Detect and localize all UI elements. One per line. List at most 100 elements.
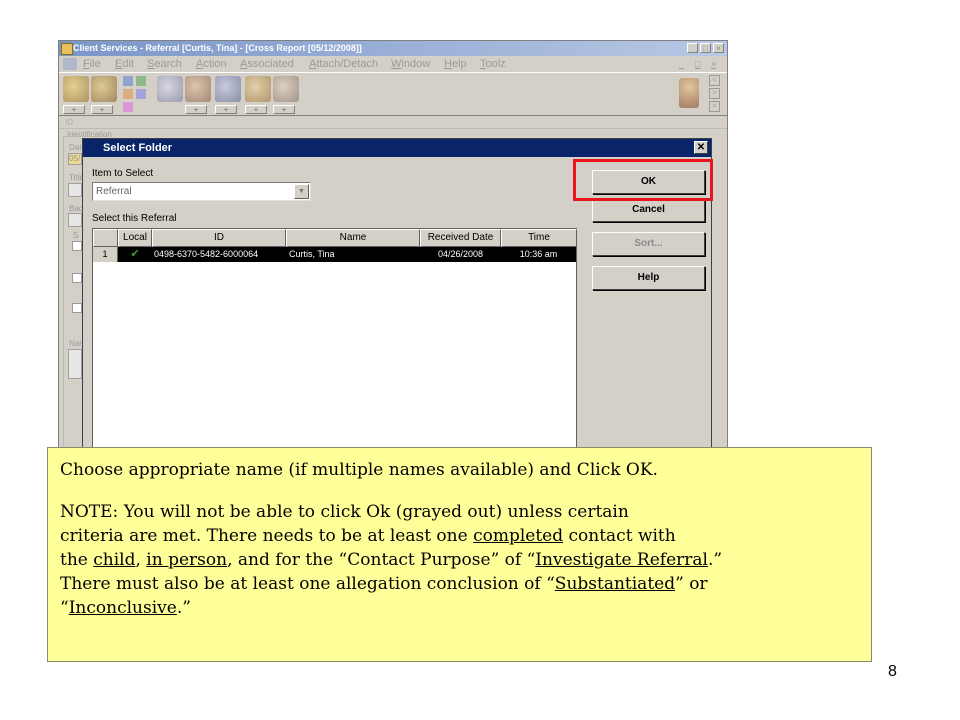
mdi-minimize-icon[interactable]: _ [679,56,684,72]
green-square-icon[interactable] [136,76,146,86]
maximize-button[interactable]: □ [700,43,711,53]
side-checkbox[interactable] [72,241,82,251]
column-header-id[interactable]: ID [152,229,286,247]
side-checkbox[interactable] [72,273,82,283]
note-line: criteria are met. There needs to be at l… [60,524,871,548]
mdi-close-icon[interactable]: × [711,56,716,72]
dialog-title: Select Folder [83,139,711,157]
date-field[interactable]: 05/ [68,153,82,165]
checkmark-icon[interactable]: ✔ [118,247,152,262]
menu-file[interactable]: File [83,56,101,72]
row-received-date: 04/26/2008 [420,247,501,262]
clipboard-tool-icon[interactable] [245,76,271,102]
side-label: Bac [69,204,83,213]
menu-attach-detach[interactable]: Attach/Detach [309,56,378,72]
referral-grid: Local ID Name Received Date Time 1 ✔ 049… [92,228,577,453]
orange-square-icon[interactable] [123,89,133,99]
select-referral-label: Select this Referral [92,213,177,224]
row-number: 1 [93,247,118,262]
note-line: NOTE: You will not be able to click Ok (… [60,502,629,522]
minimize-button[interactable]: _ [687,43,698,53]
note-text: There must also be at least one allegati… [60,574,555,594]
sort-button[interactable]: Sort... [592,232,705,256]
close-app-button[interactable]: × [713,43,724,53]
checklist-tool-icon[interactable] [273,76,299,102]
expand-button[interactable]: + [91,105,113,114]
app-title-bar: Client Services - Referral [Curtis, Tina… [59,41,727,56]
dialog-close-button[interactable]: ✕ [694,141,708,154]
note-underlined: Investigate Referral [535,550,708,570]
note-text: the [60,550,94,570]
menu-toolz[interactable]: Toolz [480,56,506,72]
menu-help[interactable]: Help [444,56,467,72]
chevron-up-icon[interactable]: < [709,75,720,86]
expand-button[interactable]: + [215,105,237,114]
table-row[interactable]: 1 ✔ 0498-6370-5482-6000064 Curtis, Tina … [93,247,576,262]
instruction-note: Choose appropriate name (if multiple nam… [47,447,872,662]
row-number-header [93,229,118,247]
menu-search[interactable]: Search [147,56,182,72]
note-underlined: child [93,550,136,570]
pink-square-icon[interactable] [123,102,133,112]
note-underlined: completed [473,526,564,546]
note-underlined: Substantiated [554,574,676,594]
note-line: the child, in person, and for the “Conta… [60,548,871,572]
menu-bar: File Edit Search Action Associated Attac… [59,56,727,72]
side-label: Nar [69,339,82,348]
row-time: 10:36 am [501,247,576,262]
note-text: , [135,550,147,570]
chevron-left-icon[interactable]: < [709,101,720,112]
expand-button[interactable]: + [63,105,85,114]
printer-icon[interactable] [63,58,77,70]
case-tool-icon[interactable] [91,76,117,102]
page-number: 8 [888,663,897,680]
note-text: criteria are met. There needs to be at l… [60,526,474,546]
note-underlined: Inconclusive [68,598,177,618]
menu-action[interactable]: Action [196,56,227,72]
expand-button[interactable]: + [185,105,207,114]
toolbar: + + + + + + < > < [59,72,727,116]
column-header-local[interactable]: Local [118,229,152,247]
note-text: “ [60,598,69,618]
note-text: , and for the “Contact Purpose” of “ [227,550,536,570]
narrative-field[interactable] [68,349,82,379]
expand-button[interactable]: + [273,105,295,114]
ok-highlight-box [573,159,713,201]
blue-square-icon[interactable] [123,76,133,86]
referral-tool-icon[interactable] [63,76,89,102]
note-text: ” or [675,574,708,594]
mdi-restore-icon[interactable]: □ [695,56,700,72]
menu-edit[interactable]: Edit [115,56,134,72]
key-tool-icon[interactable] [185,76,211,102]
expand-button[interactable]: + [245,105,267,114]
note-text: .” [176,598,191,618]
title-field[interactable] [68,183,82,197]
note-line: There must also be at least one allegati… [60,572,871,596]
chevron-down-icon[interactable]: ▼ [294,184,309,199]
note-line: Choose appropriate name (if multiple nam… [60,460,658,480]
row-id: 0498-6370-5482-6000064 [152,247,286,262]
note-underlined: in person [146,550,228,570]
note-line: “Inconclusive.” [60,596,871,620]
app-icon [61,43,73,55]
printer-tool-icon[interactable] [215,76,241,102]
menu-window[interactable]: Window [391,56,430,72]
side-checkbox[interactable] [72,303,82,313]
item-to-select-label: Item to Select [92,168,154,179]
column-header-time[interactable]: Time [501,229,577,247]
background-field[interactable] [68,213,82,227]
item-select-combo[interactable]: Referral ▼ [92,182,311,201]
chevron-right-icon[interactable]: > [709,88,720,99]
side-label: S [73,231,79,240]
notebook-tool-icon[interactable] [157,76,183,102]
purple-square-icon[interactable] [136,89,146,99]
column-header-received-date[interactable]: Received Date [420,229,501,247]
column-header-name[interactable]: Name [286,229,420,247]
help-button[interactable]: Help [592,266,705,290]
note-text: contact with [563,526,676,546]
note-text: .” [707,550,723,570]
row-name: Curtis, Tina [286,247,420,262]
person-icon[interactable] [679,78,699,108]
menu-associated[interactable]: Associated [240,56,294,72]
cancel-button[interactable]: Cancel [592,198,705,222]
